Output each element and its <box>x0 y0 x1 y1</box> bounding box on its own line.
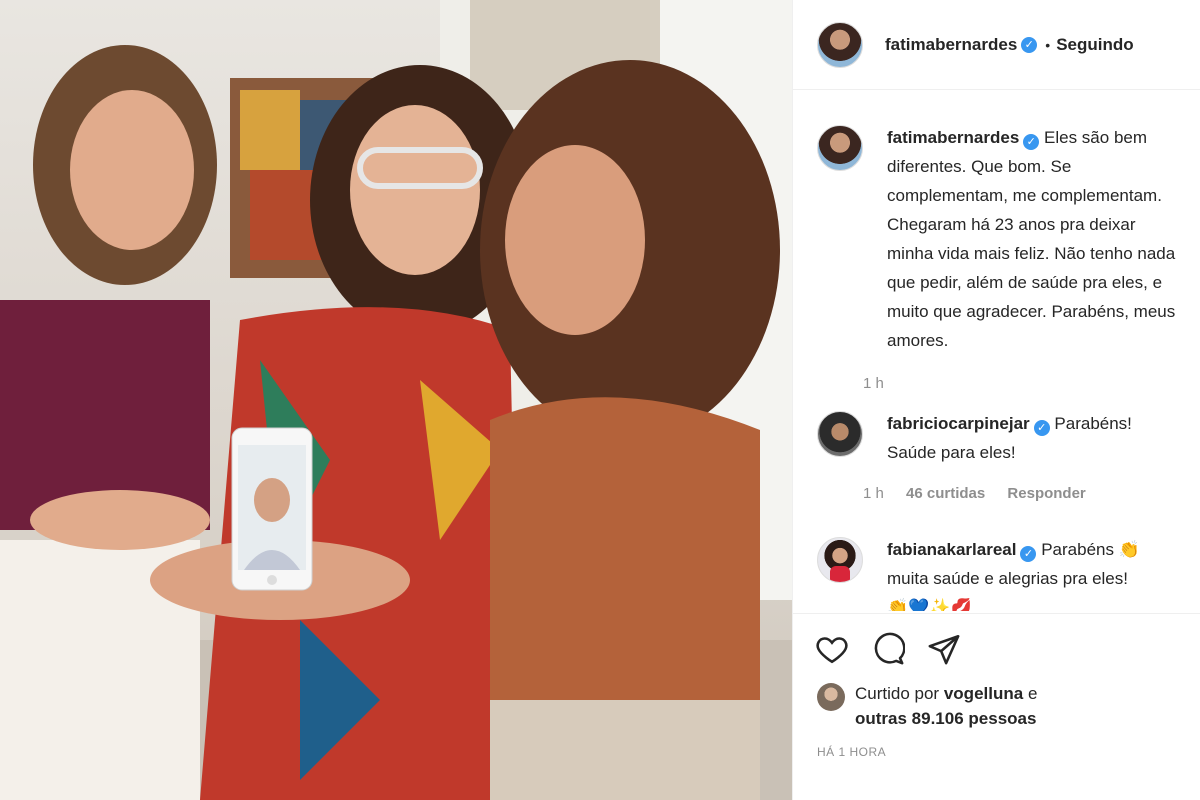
post-photo[interactable] <box>0 0 792 800</box>
commenter-username[interactable]: fabriciocarpinejar <box>887 414 1030 433</box>
post-header: fatimabernardes ✓ • Seguindo <box>793 0 1200 90</box>
comment-text: fabianakarlareal ✓ Parabéns 👏 muita saúde… <box>887 535 1200 611</box>
post-actions-section: Curtido por vogelluna e outras 89.106 pe… <box>793 613 1200 800</box>
verified-badge-icon: ✓ <box>1021 36 1038 53</box>
caption-line: muito que agradecer. Parabéns, meus <box>887 302 1176 321</box>
caption-time[interactable]: 1 h <box>863 375 884 392</box>
commenter-avatar[interactable] <box>817 411 863 457</box>
likes-summary[interactable]: Curtido por vogelluna e outras 89.106 pe… <box>817 681 1037 731</box>
comment-text: fabriciocarpinejar ✓ Parabéns! Saúde para… <box>887 409 1200 467</box>
liker-username[interactable]: vogelluna <box>944 684 1023 703</box>
comment-time[interactable]: 1 h <box>863 485 884 502</box>
post-side-panel: fatimabernardes ✓ • Seguindo fatimaberna… <box>792 0 1200 800</box>
comment-item: fabriciocarpinejar ✓ Parabéns! Saúde para… <box>793 409 1200 503</box>
likes-count[interactable]: outras 89.106 pessoas <box>855 709 1036 728</box>
caption-comment: fatimabernardes ✓ Eles são bem diferentes… <box>793 123 1200 393</box>
heart-icon[interactable] <box>815 632 849 666</box>
caption-line: diferentes. Que bom. Se <box>887 157 1072 176</box>
commenter-username[interactable]: fabianakarlareal <box>887 540 1016 559</box>
verified-badge-icon: ✓ <box>1023 134 1040 150</box>
comment-line: muita saúde e alegrias pra eles! <box>887 569 1128 588</box>
caption-line: que pedir, além de saúde pra eles, e <box>887 273 1163 292</box>
comment-meta: 1 h 46 curtidas Responder <box>863 485 1200 503</box>
separator-dot: • <box>1045 36 1051 53</box>
reply-button[interactable]: Responder <box>1007 485 1085 502</box>
caption-author-avatar[interactable] <box>817 125 863 171</box>
verified-badge-icon: ✓ <box>1020 546 1037 562</box>
following-button[interactable]: Seguindo <box>1056 35 1133 55</box>
caption-line: Eles são bem <box>1044 128 1148 147</box>
caption-line: complementam, me complementam. <box>887 186 1162 205</box>
caption-meta: 1 h <box>863 375 1200 393</box>
caption-text: fatimabernardes ✓ Eles são bem diferentes… <box>887 123 1200 355</box>
caption-username[interactable]: fatimabernardes <box>887 128 1019 147</box>
caption-line: Chegaram há 23 anos pra deixar <box>887 215 1136 234</box>
author-avatar[interactable] <box>817 21 863 68</box>
action-icons <box>815 632 961 666</box>
post-timestamp[interactable]: HÁ 1 HORA <box>817 745 886 759</box>
comment-line: Parabéns! <box>1054 414 1132 433</box>
likes-text: Curtido por vogelluna e outras 89.106 pe… <box>855 681 1037 731</box>
comment-icon[interactable] <box>871 632 905 666</box>
photo-illustration <box>0 0 792 800</box>
liker-avatar[interactable] <box>817 683 845 711</box>
share-icon[interactable] <box>927 632 961 666</box>
author-username[interactable]: fatimabernardes <box>885 35 1017 55</box>
comment-line: Parabéns 👏 <box>1041 540 1140 559</box>
comment-line: Saúde para eles! <box>887 443 1016 462</box>
verified-badge-icon: ✓ <box>1033 420 1050 436</box>
comments-list[interactable]: fatimabernardes ✓ Eles são bem diferentes… <box>793 91 1200 611</box>
caption-line: minha vida mais feliz. Não tenho nada <box>887 244 1176 263</box>
comment-item: fabianakarlareal ✓ Parabéns 👏 muita saúde… <box>793 535 1200 611</box>
comment-likes[interactable]: 46 curtidas <box>906 485 985 502</box>
liked-conjunction: e <box>1027 684 1038 703</box>
caption-line: amores. <box>887 331 949 350</box>
commenter-avatar[interactable] <box>817 537 863 583</box>
comment-line: 👏💙✨💋 <box>887 598 972 611</box>
liked-by-prefix: Curtido por <box>855 684 940 703</box>
